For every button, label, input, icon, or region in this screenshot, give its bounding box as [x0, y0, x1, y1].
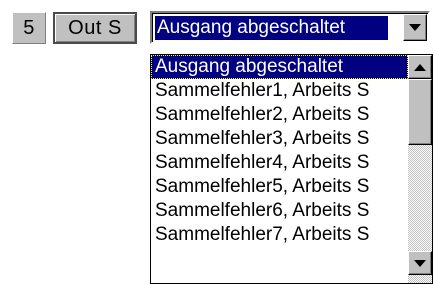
scrollbar-thumb[interactable]: [408, 79, 432, 145]
dropdown-option[interactable]: Sammelfehler5, Arbeits S: [151, 175, 408, 199]
dropdown-option[interactable]: Sammelfehler4, Arbeits S: [151, 151, 408, 175]
dropdown-list[interactable]: Ausgang abgeschaltet Sammelfehler1, Arbe…: [150, 54, 433, 284]
combobox-dropdown-button[interactable]: [403, 14, 427, 41]
scroll-up-arrow-icon: [414, 63, 426, 71]
dropdown-option[interactable]: Ausgang abgeschaltet: [151, 55, 408, 79]
dropdown-option[interactable]: Sammelfehler2, Arbeits S: [151, 103, 408, 127]
dropdown-option[interactable]: Sammelfehler3, Arbeits S: [151, 127, 408, 151]
dropdown-option[interactable]: Sammelfehler7, Arbeits S: [151, 223, 408, 247]
scroll-down-arrow-icon: [414, 259, 426, 267]
scroll-down-button[interactable]: [408, 251, 432, 275]
scroll-up-button[interactable]: [408, 55, 432, 79]
dropdown-option[interactable]: Sammelfehler1, Arbeits S: [151, 79, 408, 103]
row-number-cell: 5: [12, 12, 46, 44]
output-function-combobox[interactable]: Ausgang abgeschaltet: [150, 11, 430, 44]
dropdown-option[interactable]: Sammelfehler6, Arbeits S: [151, 199, 408, 223]
vertical-scrollbar[interactable]: [408, 55, 432, 283]
chevron-down-icon: [409, 24, 421, 31]
combobox-selected-value[interactable]: Ausgang abgeschaltet: [155, 16, 388, 40]
signal-name-cell[interactable]: Out S: [53, 12, 137, 44]
dropdown-options: Ausgang abgeschaltet Sammelfehler1, Arbe…: [151, 55, 408, 247]
